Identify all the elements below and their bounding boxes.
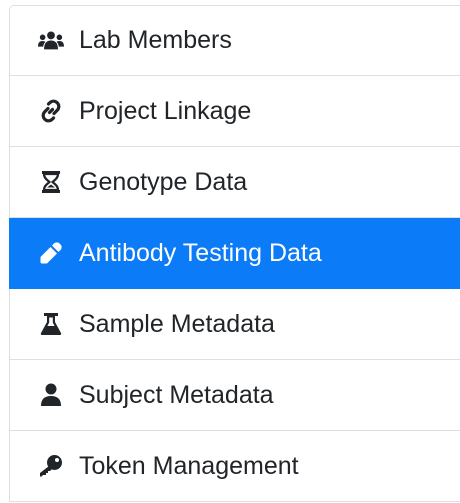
sidebar-nav: Lab Members Project Linkage Genotype Dat… bbox=[9, 5, 460, 502]
nav-item-project-linkage[interactable]: Project Linkage bbox=[9, 76, 460, 147]
nav-item-subject-metadata[interactable]: Subject Metadata bbox=[9, 360, 460, 431]
nav-item-label: Project Linkage bbox=[79, 96, 252, 125]
flask-icon bbox=[38, 311, 64, 337]
eyedropper-icon bbox=[38, 240, 64, 266]
hourglass-icon bbox=[38, 169, 64, 195]
nav-item-label: Token Management bbox=[79, 451, 299, 480]
key-icon bbox=[38, 453, 64, 479]
link-icon bbox=[38, 98, 64, 124]
nav-item-label: Antibody Testing Data bbox=[79, 238, 322, 267]
nav-item-label: Genotype Data bbox=[79, 167, 248, 196]
user-icon bbox=[38, 382, 64, 408]
nav-item-label: Lab Members bbox=[79, 26, 232, 54]
nav-item-label: Subject Metadata bbox=[79, 380, 274, 409]
nav-item-lab-members[interactable]: Lab Members bbox=[9, 5, 460, 76]
nav-item-token-management[interactable]: Token Management bbox=[9, 431, 460, 502]
nav-item-sample-metadata[interactable]: Sample Metadata bbox=[9, 289, 460, 360]
nav-item-label: Sample Metadata bbox=[79, 309, 275, 338]
nav-item-genotype-data[interactable]: Genotype Data bbox=[9, 147, 460, 218]
users-icon bbox=[38, 28, 64, 54]
nav-item-antibody-testing-data[interactable]: Antibody Testing Data bbox=[9, 218, 460, 289]
